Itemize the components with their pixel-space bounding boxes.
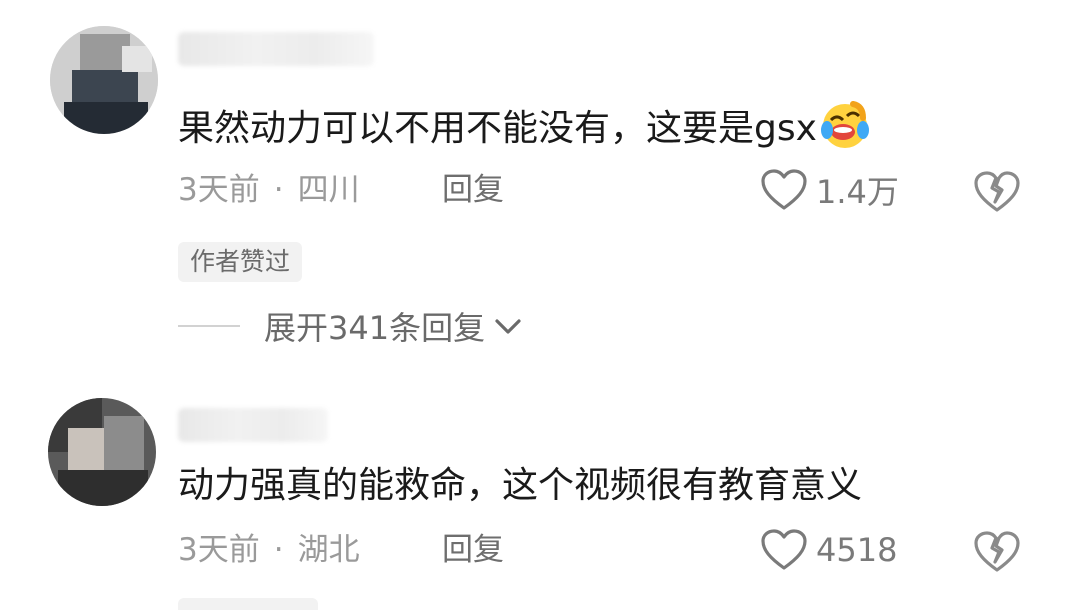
- like-count: 4518: [816, 531, 898, 569]
- rofl-emoji: [820, 101, 869, 148]
- like-button[interactable]: 4518: [760, 528, 897, 572]
- comment-meta: 3天前 · 湖北: [178, 530, 360, 570]
- like-count: 1.4万: [816, 173, 899, 211]
- avatar[interactable]: [50, 26, 158, 134]
- broken-heart-icon[interactable]: [972, 168, 1022, 214]
- author-liked-badge: 作者赞过: [178, 242, 303, 282]
- heart-outline-icon: [761, 529, 807, 570]
- chevron-down-icon: [495, 319, 521, 334]
- reply-button[interactable]: 回复: [442, 530, 504, 570]
- heart-outline-icon: [761, 169, 807, 210]
- comment-text: 动力强真的能救命，这个视频很有教育意义: [178, 465, 863, 506]
- username-blurred[interactable]: [178, 32, 374, 66]
- comment-time: 3天前: [178, 532, 260, 568]
- reply-button[interactable]: 回复: [442, 170, 504, 210]
- broken-heart-icon[interactable]: [972, 528, 1022, 574]
- username-blurred[interactable]: [178, 408, 328, 442]
- expand-divider: [178, 325, 240, 327]
- avatar[interactable]: [48, 398, 156, 506]
- like-button[interactable]: 1.4万: [760, 168, 899, 212]
- comment-location: 湖北: [297, 532, 360, 568]
- expand-replies-label: 展开341条回复: [264, 309, 486, 347]
- meta-separator: ·: [273, 532, 284, 568]
- comment-text: 果然动力可以不用不能没有，这要是gsx: [178, 100, 871, 152]
- expand-replies-button[interactable]: 展开341条回复: [178, 304, 525, 348]
- author-liked-badge-partial: [178, 598, 318, 610]
- meta-separator: ·: [273, 172, 284, 208]
- comment-meta: 3天前 · 四川: [178, 170, 360, 210]
- comment-location: 四川: [297, 172, 360, 208]
- comment-time: 3天前: [178, 172, 260, 208]
